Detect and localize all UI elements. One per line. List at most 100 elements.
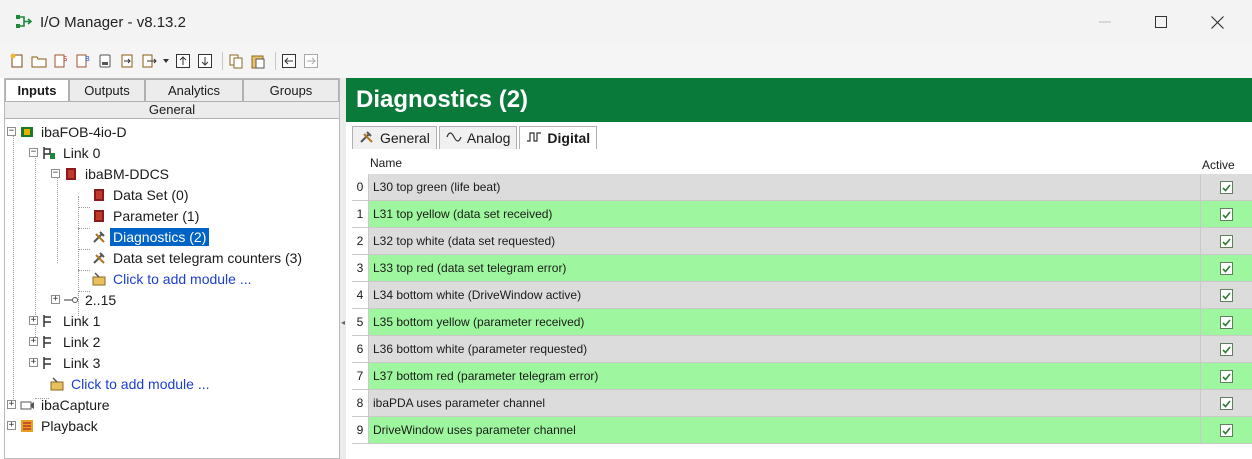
table-row[interactable]: 1 L31 top yellow (data set received) bbox=[352, 201, 1252, 228]
table-row[interactable]: 3 L33 top red (data set telegram error) bbox=[352, 255, 1252, 282]
collapse-icon[interactable] bbox=[280, 52, 298, 70]
expand-toggle[interactable]: + bbox=[7, 421, 16, 430]
import-icon[interactable]: S bbox=[52, 52, 70, 70]
tree-node-link3[interactable]: + Link 3 bbox=[29, 352, 103, 373]
move-down-icon[interactable] bbox=[196, 52, 214, 70]
active-checkbox[interactable] bbox=[1220, 369, 1233, 383]
tree-node-parameter[interactable]: Parameter (1) bbox=[91, 205, 202, 226]
export-icon[interactable]: B bbox=[74, 52, 92, 70]
signal-name-cell[interactable]: DriveWindow uses parameter channel bbox=[368, 417, 1200, 443]
close-button[interactable] bbox=[1194, 0, 1240, 44]
save-icon[interactable] bbox=[96, 52, 114, 70]
tab-outputs[interactable]: Outputs bbox=[69, 79, 145, 101]
arrow-out-icon[interactable] bbox=[140, 52, 158, 70]
active-cell bbox=[1200, 201, 1252, 227]
expand-toggle[interactable]: + bbox=[29, 337, 38, 346]
row-index: 3 bbox=[352, 255, 368, 281]
column-header-name[interactable]: Name bbox=[370, 156, 402, 170]
table-header: Name Active bbox=[352, 150, 1252, 174]
active-checkbox[interactable] bbox=[1220, 423, 1233, 437]
signal-name-cell[interactable]: L31 top yellow (data set received) bbox=[368, 201, 1200, 227]
active-cell bbox=[1200, 390, 1252, 416]
checkmark-icon bbox=[1222, 264, 1231, 273]
active-checkbox[interactable] bbox=[1220, 342, 1233, 356]
tree-node-ibacapture[interactable]: + ibaCapture bbox=[7, 394, 113, 415]
active-checkbox[interactable] bbox=[1220, 396, 1233, 410]
tab-analog[interactable]: Analog bbox=[438, 126, 518, 149]
table-row[interactable]: 0 L30 top green (life beat) bbox=[352, 174, 1252, 201]
svg-text:B: B bbox=[85, 55, 90, 63]
copy-icon[interactable] bbox=[227, 52, 245, 70]
tree-node-link2[interactable]: + Link 2 bbox=[29, 331, 103, 352]
column-header-active[interactable]: Active bbox=[1202, 158, 1235, 172]
splitter-arrow-icon: ◂ bbox=[341, 318, 346, 327]
row-index: 6 bbox=[352, 336, 368, 362]
arrow-in-icon[interactable] bbox=[118, 52, 136, 70]
row-index: 9 bbox=[352, 417, 368, 443]
tools-icon bbox=[359, 130, 375, 147]
tab-digital[interactable]: Digital bbox=[519, 126, 598, 149]
active-checkbox[interactable] bbox=[1220, 315, 1233, 329]
tree-node-ibafob[interactable]: − ibaFOB-4io-D bbox=[7, 121, 130, 142]
active-cell bbox=[1200, 336, 1252, 362]
collapse-toggle[interactable]: − bbox=[7, 127, 16, 136]
tree-node-ibabm-ddcs[interactable]: − ibaBM-DDCS bbox=[51, 163, 172, 184]
table-row[interactable]: 5 L35 bottom yellow (parameter received) bbox=[352, 309, 1252, 336]
collapse-toggle[interactable]: − bbox=[29, 148, 38, 157]
active-cell bbox=[1200, 282, 1252, 308]
expand-toggle[interactable]: + bbox=[7, 400, 16, 409]
open-icon[interactable] bbox=[30, 52, 48, 70]
tab-general-module[interactable]: General bbox=[352, 126, 437, 149]
tree-node-data-set[interactable]: Data Set (0) bbox=[91, 184, 191, 205]
tab-general[interactable]: General bbox=[5, 101, 339, 119]
tree-node-telegram-counters[interactable]: Data set telegram counters (3) bbox=[91, 247, 305, 268]
new-icon[interactable] bbox=[8, 52, 26, 70]
tree-node-add-module-link[interactable]: Click to add module ... bbox=[49, 373, 213, 394]
move-up-icon[interactable] bbox=[174, 52, 192, 70]
expand-toggle[interactable]: + bbox=[29, 358, 38, 367]
active-checkbox[interactable] bbox=[1220, 207, 1233, 221]
tree-node-range[interactable]: + 2..15 bbox=[51, 289, 119, 310]
collapse-toggle[interactable]: − bbox=[51, 169, 60, 178]
active-checkbox[interactable] bbox=[1220, 180, 1233, 194]
minimize-button[interactable] bbox=[1082, 0, 1128, 44]
module-icon bbox=[91, 187, 107, 203]
signal-name-cell[interactable]: L35 bottom yellow (parameter received) bbox=[368, 309, 1200, 335]
window-title: I/O Manager - v8.13.2 bbox=[40, 13, 186, 31]
tab-groups[interactable]: Groups bbox=[243, 79, 339, 101]
dropdown-arrow-icon[interactable] bbox=[162, 52, 170, 70]
checkmark-icon bbox=[1222, 318, 1231, 327]
signal-name-cell[interactable]: L34 bottom white (DriveWindow active) bbox=[368, 282, 1200, 308]
table-row[interactable]: 7 L37 bottom red (parameter telegram erro… bbox=[352, 363, 1252, 390]
tree-node-link0[interactable]: − Link 0 bbox=[29, 142, 103, 163]
signal-name-cell[interactable]: L37 bottom red (parameter telegram error… bbox=[368, 363, 1200, 389]
svg-text:S: S bbox=[63, 55, 68, 63]
toolbar-separator bbox=[275, 52, 276, 70]
active-checkbox[interactable] bbox=[1220, 288, 1233, 302]
signal-name-cell[interactable]: L33 top red (data set telegram error) bbox=[368, 255, 1200, 281]
table-row[interactable]: 8 ibaPDA uses parameter channel bbox=[352, 390, 1252, 417]
maximize-button[interactable] bbox=[1138, 0, 1184, 44]
tools-icon bbox=[91, 229, 107, 245]
expand-icon[interactable] bbox=[302, 52, 320, 70]
table-row[interactable]: 4 L34 bottom white (DriveWindow active) bbox=[352, 282, 1252, 309]
tab-inputs[interactable]: Inputs bbox=[5, 79, 69, 101]
paste-icon[interactable] bbox=[249, 52, 267, 70]
table-row[interactable]: 9 DriveWindow uses parameter channel bbox=[352, 417, 1252, 444]
tree-node-playback[interactable]: + Playback bbox=[7, 415, 101, 436]
signal-name-cell[interactable]: L36 bottom white (parameter requested) bbox=[368, 336, 1200, 362]
signal-name-cell[interactable]: L30 top green (life beat) bbox=[368, 174, 1200, 200]
expand-toggle[interactable]: + bbox=[51, 295, 60, 304]
active-checkbox[interactable] bbox=[1220, 234, 1233, 248]
expand-toggle[interactable]: + bbox=[29, 316, 38, 325]
table-row[interactable]: 6 L36 bottom white (parameter requested) bbox=[352, 336, 1252, 363]
signal-name-cell[interactable]: L32 top white (data set requested) bbox=[368, 228, 1200, 254]
tree-node-add-module[interactable]: Click to add module ... bbox=[91, 268, 255, 289]
active-checkbox[interactable] bbox=[1220, 261, 1233, 275]
module-icon bbox=[63, 166, 79, 182]
tab-analytics[interactable]: Analytics bbox=[145, 79, 243, 101]
table-row[interactable]: 2 L32 top white (data set requested) bbox=[352, 228, 1252, 255]
signal-name-cell[interactable]: ibaPDA uses parameter channel bbox=[368, 390, 1200, 416]
tree-node-link1[interactable]: + Link 1 bbox=[29, 310, 103, 331]
tree-node-diagnostics[interactable]: Diagnostics (2) bbox=[91, 226, 210, 247]
